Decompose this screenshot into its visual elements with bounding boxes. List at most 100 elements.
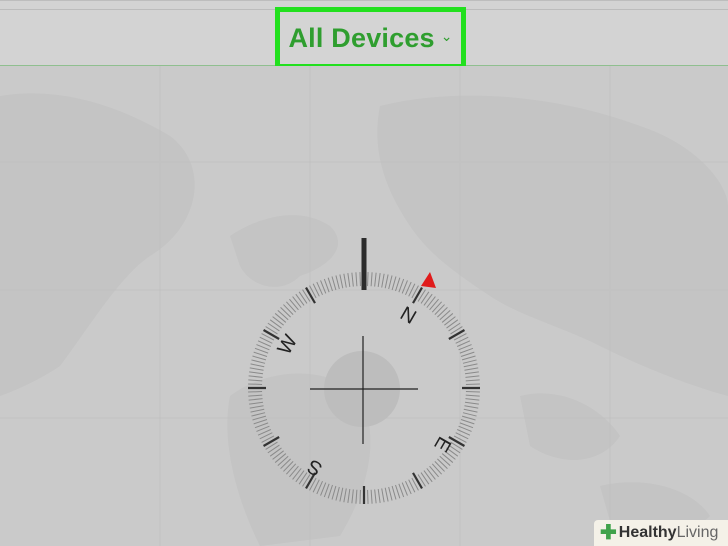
compass-minor-tick [460, 351, 475, 357]
compass-minor-tick [253, 419, 268, 425]
compass-minor-tick [395, 277, 401, 292]
compass-minor-tick [323, 278, 330, 293]
compass-minor-tick [423, 470, 433, 483]
compass-minor-tick [272, 316, 284, 326]
compass-minor-tick [254, 347, 269, 354]
compass-minor-tick [464, 367, 479, 371]
compass-minor-tick [295, 293, 305, 306]
compass-minor-tick [426, 296, 436, 308]
compass-minor-tick [274, 313, 287, 323]
compass-minor-tick [269, 447, 282, 457]
compass-minor-tick [377, 488, 381, 503]
compass-minor-tick [381, 273, 385, 288]
compass-minor-tick [343, 273, 347, 288]
plus-logo-icon: ✚ [600, 522, 617, 544]
compass-minor-tick [377, 273, 381, 288]
compass-minor-tick [463, 408, 478, 413]
compass-minor-tick [439, 310, 451, 321]
compass-minor-tick [398, 483, 405, 498]
compass-minor-tick [355, 489, 358, 504]
compass-minor-tick [459, 422, 474, 429]
compass-major-tick [305, 286, 316, 304]
compass-minor-tick [374, 272, 377, 287]
compass-minor-tick [292, 468, 302, 480]
compass-minor-tick [464, 405, 479, 409]
compass-minor-tick [461, 415, 476, 421]
compass-minor-tick [249, 367, 264, 371]
compass-minor-tick [384, 487, 389, 502]
compass-minor-tick [286, 301, 297, 313]
compass-minor-tick [437, 307, 448, 318]
compass-minor-tick [277, 455, 289, 466]
compass-minor-tick [465, 379, 480, 382]
compass-minor-tick [448, 322, 461, 332]
compass-minor-tick [267, 322, 280, 332]
compass-minor-tick [446, 319, 459, 329]
compass-minor-tick [248, 375, 263, 378]
compass-minor-tick [251, 412, 266, 417]
compass-minor-tick [351, 489, 354, 504]
compass-minor-tick [331, 276, 337, 291]
compass-minor-tick [298, 291, 308, 304]
compass-minor-tick [434, 304, 445, 315]
compass-minor-tick [252, 355, 267, 361]
compass-minor-tick [426, 468, 436, 480]
compass-minor-tick [335, 486, 340, 501]
compass-minor-tick [464, 371, 479, 375]
compass-minor-tick [420, 291, 430, 304]
compass-minor-tick [370, 489, 373, 504]
compass-minor-tick [272, 450, 284, 460]
compass-minor-tick [269, 319, 282, 329]
compass-major-tick [448, 329, 466, 340]
compass-minor-tick [289, 298, 299, 311]
compass-minor-tick [249, 405, 264, 409]
compass-minor-tick [250, 408, 265, 413]
compass-minor-tick [437, 458, 448, 469]
healthy-living-watermark: ✚ HealthyLiving [594, 520, 728, 546]
compass-minor-tick [388, 486, 393, 501]
compass-minor-tick [398, 278, 405, 293]
compass-south-label: S [304, 454, 327, 480]
compass-minor-tick [280, 458, 291, 469]
compass-north-label: N [396, 303, 420, 329]
compass-major-tick [412, 472, 423, 490]
compass-major-tick [412, 286, 423, 304]
compass-minor-tick [441, 313, 454, 323]
compass-minor-tick [339, 274, 344, 289]
compass-minor-tick [248, 379, 263, 382]
compass-minor-tick [295, 470, 305, 483]
compass-minor-tick [462, 412, 477, 417]
compass-widget: N E S W [248, 238, 480, 504]
compass-minor-tick [431, 301, 442, 313]
compass-minor-tick [465, 375, 480, 378]
compass-minor-tick [277, 310, 289, 321]
compass-minor-tick [289, 465, 299, 478]
compass-minor-tick [388, 275, 393, 290]
compass-minor-tick [391, 485, 397, 500]
compass-minor-tick [274, 453, 287, 463]
compass-minor-tick [355, 272, 358, 287]
compass-minor-tick [286, 463, 297, 475]
compass-minor-tick [248, 394, 263, 397]
compass-minor-tick [462, 359, 477, 364]
compass-minor-tick [384, 274, 389, 289]
compass-minor-tick [267, 444, 280, 454]
compass-minor-tick [461, 355, 476, 361]
compass-minor-tick [283, 461, 294, 472]
compass-minor-tick [331, 485, 337, 500]
compass-minor-tick [292, 296, 302, 308]
compass-major-tick [262, 329, 280, 340]
compass-minor-tick [391, 276, 397, 291]
compass-minor-tick [339, 487, 344, 502]
compass-minor-tick [431, 463, 442, 475]
compass-minor-tick [459, 347, 474, 354]
compass-minor-tick [460, 419, 475, 425]
compass-minor-tick [374, 489, 377, 504]
compass-minor-tick [370, 272, 373, 287]
compass-minor-tick [250, 363, 265, 368]
compass-minor-tick [347, 273, 351, 288]
compass-minor-tick [465, 394, 480, 397]
compass-minor-tick [429, 465, 439, 478]
compass-minor-tick [395, 484, 401, 499]
compass-west-label: W [274, 331, 303, 358]
